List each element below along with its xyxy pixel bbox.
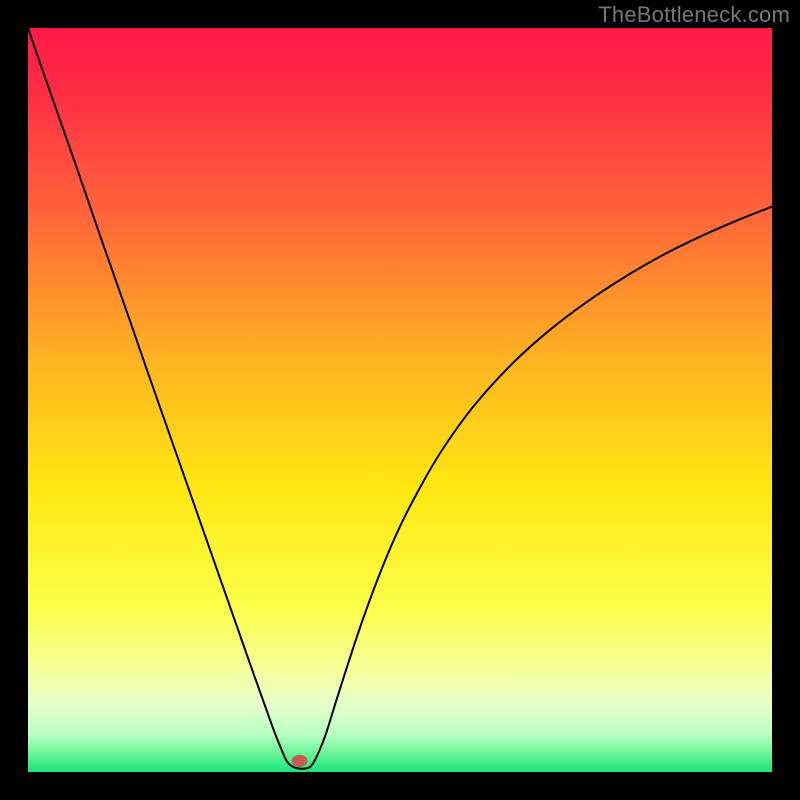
chart-frame: TheBottleneck.com	[0, 0, 800, 800]
chart-svg	[28, 28, 772, 772]
watermark-text: TheBottleneck.com	[598, 2, 790, 28]
minimum-marker	[292, 755, 308, 767]
plot-area	[28, 28, 772, 772]
gradient-background	[28, 28, 772, 772]
